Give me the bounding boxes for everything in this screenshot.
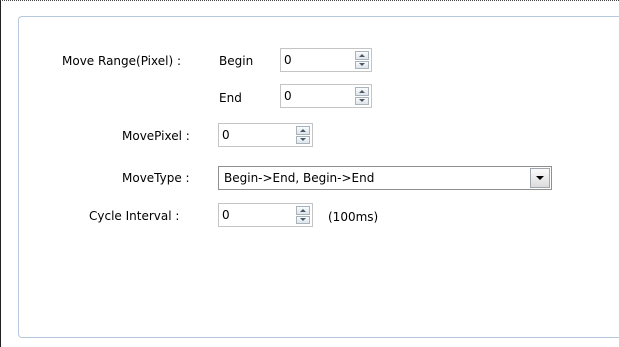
move-type-value: Begin->End, Begin->End — [224, 171, 375, 185]
cycle-interval-spinbox[interactable] — [218, 203, 313, 227]
triangle-down-icon — [359, 99, 365, 103]
triangle-down-icon — [300, 218, 306, 222]
cycle-interval-increment-button[interactable] — [296, 206, 310, 215]
end-label: End — [219, 91, 242, 105]
move-type-select[interactable]: Begin->End, Begin->End — [218, 166, 552, 190]
move-pixel-increment-button[interactable] — [296, 126, 310, 135]
move-type-label: MoveType : — [122, 171, 190, 185]
end-decrement-button[interactable] — [355, 96, 369, 105]
begin-spinbox[interactable] — [280, 48, 372, 72]
cycle-interval-spin-buttons — [296, 206, 310, 224]
end-increment-button[interactable] — [355, 87, 369, 96]
begin-spin-buttons — [355, 51, 369, 69]
end-spin-buttons — [355, 87, 369, 105]
move-pixel-spin-buttons — [296, 126, 310, 144]
triangle-down-icon — [359, 63, 365, 67]
cycle-interval-unit: (100ms) — [328, 210, 379, 224]
end-spinbox[interactable] — [280, 84, 372, 108]
triangle-up-icon — [300, 208, 306, 212]
move-pixel-label: MovePixel : — [122, 129, 190, 143]
move-pixel-decrement-button[interactable] — [296, 135, 310, 144]
begin-decrement-button[interactable] — [355, 60, 369, 69]
chevron-down-icon — [536, 176, 544, 180]
begin-input[interactable] — [281, 49, 355, 71]
move-type-dropdown-button[interactable] — [530, 168, 550, 188]
end-input[interactable] — [281, 85, 355, 107]
cycle-interval-label: Cycle Interval : — [89, 209, 180, 223]
begin-increment-button[interactable] — [355, 51, 369, 60]
cycle-interval-decrement-button[interactable] — [296, 215, 310, 224]
move-range-label: Move Range(Pixel) : — [62, 54, 182, 68]
cycle-interval-input[interactable] — [219, 204, 296, 226]
move-pixel-input[interactable] — [219, 124, 296, 146]
triangle-up-icon — [359, 53, 365, 57]
move-pixel-spinbox[interactable] — [218, 123, 313, 147]
begin-label: Begin — [219, 54, 254, 68]
triangle-up-icon — [300, 128, 306, 132]
triangle-up-icon — [359, 89, 365, 93]
triangle-down-icon — [300, 138, 306, 142]
